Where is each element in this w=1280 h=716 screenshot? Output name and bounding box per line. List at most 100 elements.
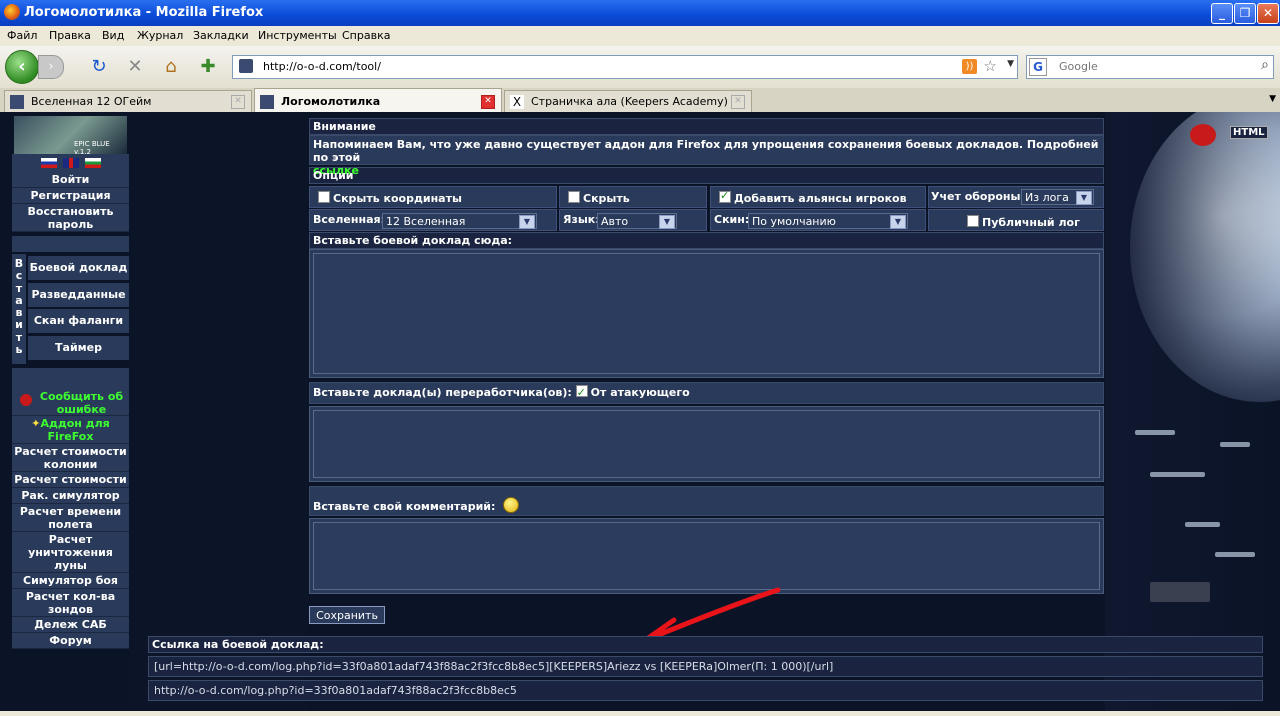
insert-timer[interactable]: Таймер xyxy=(28,336,129,360)
tab-favicon-icon xyxy=(260,95,274,109)
sidebar-login[interactable]: Войти xyxy=(12,172,129,188)
add-alliances-checkbox[interactable] xyxy=(719,189,731,203)
tool-acs-split[interactable]: Дележ САБ xyxy=(12,617,129,633)
tab-list-icon[interactable]: ▼ xyxy=(1269,94,1276,104)
minimize-button[interactable]: _ xyxy=(1211,3,1233,24)
rss-icon[interactable]: )) xyxy=(962,59,977,74)
save-button[interactable]: Сохранить xyxy=(309,606,385,624)
maximize-button[interactable]: ❐ xyxy=(1234,3,1256,24)
tool-missile-sim[interactable]: Рак. симулятор xyxy=(12,488,129,504)
tab-close-icon[interactable]: ✕ xyxy=(481,95,495,109)
spaceship-decoration xyxy=(1135,430,1175,435)
smiley-icon[interactable] xyxy=(503,497,520,513)
home-icon[interactable]: ⌂ xyxy=(159,55,183,79)
tab-ogame[interactable]: Вселенная 12 ОГейм ✕ xyxy=(4,90,252,112)
skin-select[interactable]: По умолчанию ▼ xyxy=(748,213,908,229)
main-form: Внимание Напоминаем Вам, что уже давно с… xyxy=(309,118,1104,624)
attention-header: Внимание xyxy=(309,118,1104,135)
insert-phalanx-scan[interactable]: Скан фаланги xyxy=(28,309,129,333)
tool-battle-sim[interactable]: Симулятор боя xyxy=(12,573,129,589)
page-content: HTML EPIC BLUE v.1.2 Войти Регистрация В… xyxy=(0,112,1280,716)
opt-hide-tech[interactable]: Скрыть технологии xyxy=(559,186,707,218)
tab-keepers[interactable]: X Страничка ала (Keepers Academy) ✕ xyxy=(504,90,752,112)
insert-espionage[interactable]: Разведданные xyxy=(28,283,129,307)
flag-ru-icon[interactable] xyxy=(41,158,57,168)
opt-hide-coords[interactable]: Скрыть координаты xyxy=(309,186,557,208)
forward-button[interactable]: › xyxy=(38,55,64,79)
language-select[interactable]: Авто ▼ xyxy=(597,213,677,229)
hide-coords-checkbox[interactable] xyxy=(318,191,330,203)
report-bug-label: Сообщить об ошибке xyxy=(39,390,124,416)
add-bookmark-icon[interactable]: ✚ xyxy=(196,55,220,79)
sidebar-report-bug[interactable]: Сообщить об ошибке xyxy=(12,388,129,416)
language-label: Язык: xyxy=(563,213,600,226)
defense-select[interactable]: Из лога ▼ xyxy=(1021,189,1094,205)
opt-add-alliances[interactable]: Добавить альянсы игроков xyxy=(710,186,926,208)
flag-bg-icon[interactable] xyxy=(85,158,101,168)
tool-probes-count[interactable]: Расчет кол-ва зондов xyxy=(12,589,129,617)
from-attacker-checkbox[interactable] xyxy=(575,383,588,403)
insert-letter: и xyxy=(15,318,23,332)
public-log-checkbox[interactable] xyxy=(967,215,979,227)
menu-file[interactable]: Файл xyxy=(7,29,37,42)
tool-colony-cost[interactable]: Расчет стоимости колонии xyxy=(12,444,129,472)
menu-edit[interactable]: Правка xyxy=(49,29,91,42)
back-button[interactable]: ‹ xyxy=(5,50,39,84)
hide-tech-checkbox[interactable] xyxy=(568,191,580,203)
tab-favicon-x-icon: X xyxy=(510,95,524,109)
search-input[interactable] xyxy=(1059,58,1249,75)
tab-label: Страничка ала (Keepers Academy) xyxy=(531,95,728,108)
url-bar[interactable]: )) ☆ ▼ xyxy=(232,55,1018,79)
tab-logomolotilka[interactable]: Логомолотилка ✕ xyxy=(254,88,502,113)
public-log-label: Публичный лог xyxy=(982,216,1080,229)
plain-link-field[interactable]: http://o-o-d.com/log.php?id=33f0a801adaf… xyxy=(148,680,1263,701)
sidebar-register[interactable]: Регистрация xyxy=(12,188,129,204)
language-value: Авто xyxy=(601,215,629,228)
url-dropdown-icon[interactable]: ▼ xyxy=(1007,59,1014,69)
insert-battle-report[interactable]: Боевой доклад xyxy=(28,256,129,280)
tab-close-icon[interactable]: ✕ xyxy=(231,95,245,109)
reload-icon[interactable]: ↻ xyxy=(87,55,111,79)
html-badge[interactable]: HTML xyxy=(1230,126,1268,139)
universe-label: Вселенная: xyxy=(313,213,385,226)
comment-textarea[interactable] xyxy=(313,522,1100,590)
tool-flight-time[interactable]: Расчет времени полета xyxy=(12,504,129,532)
menu-bookmarks[interactable]: Закладки xyxy=(193,29,249,42)
ladybug-icon[interactable] xyxy=(1190,124,1216,146)
battle-report-textarea[interactable] xyxy=(313,253,1100,374)
search-bar[interactable]: G ⌕ xyxy=(1026,55,1274,79)
addon-label: Аддон для FireFox xyxy=(40,417,110,443)
tab-close-icon[interactable]: ✕ xyxy=(731,95,745,109)
universe-select[interactable]: 12 Вселенная ▼ xyxy=(382,213,537,229)
google-engine-icon[interactable]: G xyxy=(1029,58,1047,76)
bbcode-link-field[interactable]: [url=http://o-o-d.com/log.php?id=33f0a80… xyxy=(148,656,1263,677)
skin-value: По умолчанию xyxy=(752,215,836,228)
menu-tools[interactable]: Инструменты xyxy=(258,29,337,42)
url-input[interactable] xyxy=(263,58,903,75)
close-button[interactable]: ✕ xyxy=(1257,3,1279,24)
flag-en-icon[interactable] xyxy=(63,158,79,168)
sidebar-spacer xyxy=(12,236,129,252)
stop-icon[interactable]: ✕ xyxy=(123,55,147,79)
bookmark-star-icon[interactable]: ☆ xyxy=(984,57,997,75)
paste-report-header: Вставьте боевой доклад сюда: xyxy=(309,232,1104,249)
from-attacker-label: От атакующего xyxy=(590,386,690,399)
sidebar-restore-password[interactable]: Восстановить пароль xyxy=(12,204,129,232)
insert-block: Вставить Боевой доклад Разведданные Скан… xyxy=(12,254,129,364)
tool-forum[interactable]: Форум xyxy=(12,633,129,649)
sidebar-addon[interactable]: ✦Аддон для FireFox xyxy=(12,416,129,444)
recycler-textarea[interactable] xyxy=(313,410,1100,478)
opt-public-log[interactable]: Публичный лог xyxy=(928,209,1104,231)
search-icon[interactable]: ⌕ xyxy=(1261,57,1269,73)
tab-bar: Вселенная 12 ОГейм ✕ Логомолотилка ✕ X С… xyxy=(0,88,1280,113)
menu-history[interactable]: Журнал xyxy=(137,29,183,42)
attention-text: Напоминаем Вам, что уже давно существует… xyxy=(313,138,1099,164)
tool-moon-destruction[interactable]: Расчет уничтожения луны xyxy=(12,532,129,573)
site-logo[interactable]: EPIC BLUE v.1.2 xyxy=(14,116,127,156)
link-header: Ссылка на боевой доклад: xyxy=(148,636,1263,653)
tool-cost[interactable]: Расчет стоимости xyxy=(12,472,129,488)
menu-help[interactable]: Справка xyxy=(342,29,390,42)
menu-view[interactable]: Вид xyxy=(102,29,124,42)
sidebar: EPIC BLUE v.1.2 Войти Регистрация Восста… xyxy=(12,116,129,649)
tab-favicon-icon xyxy=(10,95,24,109)
